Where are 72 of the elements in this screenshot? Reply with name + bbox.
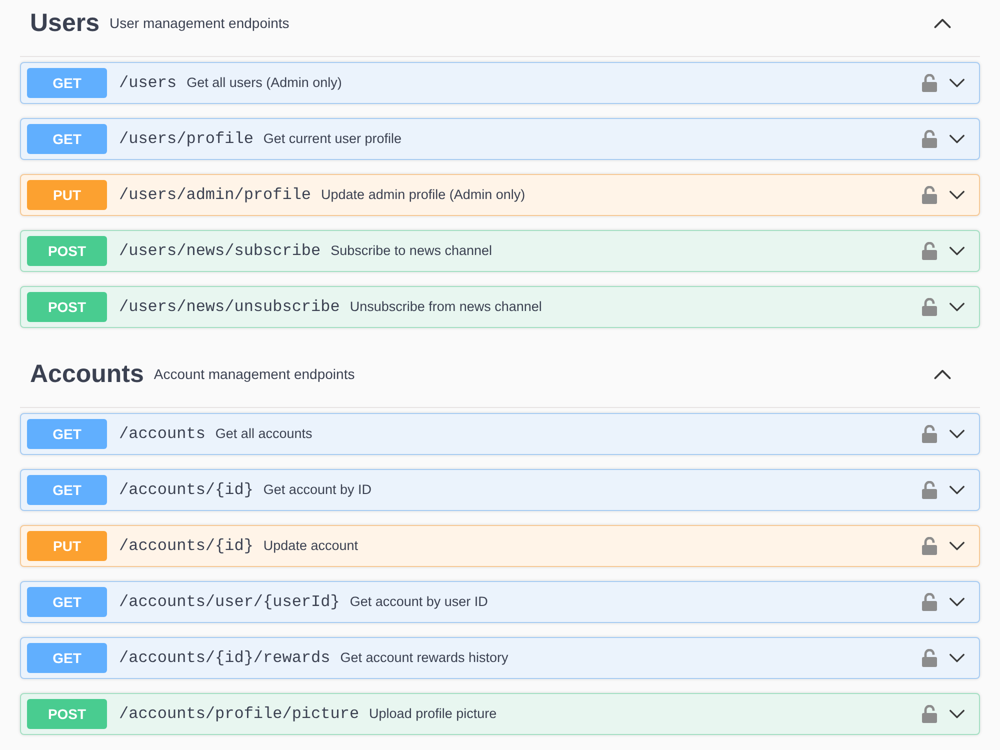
endpoint-path: /users — [119, 73, 177, 94]
endpoint-row[interactable]: POST /users/news/subscribe Subscribe to news channel — [20, 230, 980, 272]
method-badge: GET — [27, 587, 107, 617]
unlocked-padlock-icon[interactable] — [922, 130, 937, 148]
unlocked-padlock-icon[interactable] — [922, 186, 937, 204]
endpoint-row[interactable]: PUT /users/admin/profile Update admin profile (Admin only) — [20, 174, 980, 216]
unlocked-padlock-icon[interactable] — [922, 242, 937, 260]
endpoint-row[interactable]: POST /accounts/profile/picture Upload profile picture — [20, 693, 980, 735]
endpoint-path: /accounts/profile/picture — [119, 704, 360, 725]
section-description: Account management endpoints — [154, 367, 355, 381]
endpoint-summary: Get account by user ID — [350, 592, 488, 611]
endpoint-path: /accounts/{id}/rewards — [119, 648, 330, 669]
method-badge: POST — [27, 292, 107, 322]
endpoint-path: /users/admin/profile — [119, 185, 312, 206]
unlocked-padlock-icon[interactable] — [922, 74, 937, 92]
chevron-down-icon[interactable] — [948, 597, 966, 607]
chevron-up-icon[interactable] — [933, 368, 952, 380]
method-badge: PUT — [27, 180, 107, 210]
method-badge: GET — [27, 124, 107, 154]
endpoint-summary: Subscribe to news channel — [330, 242, 492, 260]
endpoint-row[interactable]: GET /accounts/{id} Get account by ID — [20, 469, 980, 511]
method-badge: GET — [27, 643, 107, 673]
chevron-down-icon[interactable] — [948, 134, 966, 144]
unlocked-padlock-icon[interactable] — [922, 298, 937, 316]
chevron-down-icon[interactable] — [948, 302, 966, 312]
unlocked-padlock-icon[interactable] — [922, 481, 937, 499]
endpoint-summary: Get account rewards history — [340, 648, 508, 667]
endpoint-path: /users/news/subscribe — [119, 241, 321, 262]
endpoint-path: /accounts/{id} — [119, 536, 254, 557]
section-title: Accounts — [30, 362, 144, 386]
endpoint-summary: Get all users (Admin only) — [186, 74, 342, 92]
unlocked-padlock-icon[interactable] — [922, 425, 937, 443]
endpoint-summary: Get current user profile — [263, 130, 402, 148]
chevron-down-icon[interactable] — [948, 429, 966, 439]
method-badge: PUT — [27, 531, 107, 561]
endpoint-row[interactable]: PUT /accounts/{id} Update account — [20, 525, 980, 567]
section-description: User management endpoints — [110, 16, 290, 30]
unlocked-padlock-icon[interactable] — [922, 649, 937, 667]
endpoint-summary: Get account by ID — [263, 480, 372, 499]
endpoint-summary: Update admin profile (Admin only) — [321, 186, 526, 204]
chevron-up-icon[interactable] — [933, 18, 952, 28]
endpoint-row[interactable]: GET /users/profile Get current user profile — [20, 118, 980, 160]
endpoint-row[interactable]: GET /accounts Get all accounts — [20, 413, 980, 455]
chevron-down-icon[interactable] — [948, 78, 966, 88]
endpoint-path: /accounts/user/{userId} — [119, 592, 340, 613]
chevron-down-icon[interactable] — [948, 190, 966, 200]
endpoint-row[interactable]: POST /users/news/unsubscribe Unsubscribe from news channel — [20, 286, 980, 328]
endpoint-summary: Get all accounts — [215, 424, 312, 443]
chevron-down-icon[interactable] — [948, 246, 966, 256]
chevron-down-icon[interactable] — [948, 709, 966, 719]
section-title: Users — [30, 10, 100, 36]
chevron-down-icon[interactable] — [948, 485, 966, 495]
unlocked-padlock-icon[interactable] — [922, 705, 937, 723]
method-badge: GET — [27, 419, 107, 449]
endpoint-row[interactable]: GET /users Get all users (Admin only) — [20, 62, 980, 104]
chevron-down-icon[interactable] — [948, 541, 966, 551]
endpoint-path: /users/news/unsubscribe — [119, 297, 340, 318]
method-badge: GET — [27, 68, 107, 98]
endpoint-summary: Unsubscribe from news channel — [350, 298, 542, 316]
endpoint-path: /accounts/{id} — [119, 480, 254, 501]
method-badge: POST — [27, 236, 107, 266]
endpoint-row[interactable]: GET /accounts/user/{userId} Get account by user ID — [20, 581, 980, 623]
method-badge: POST — [27, 699, 107, 729]
endpoint-summary: Upload profile picture — [369, 704, 497, 723]
endpoint-summary: Update account — [263, 536, 358, 555]
endpoint-row[interactable]: GET /accounts/{id}/rewards Get account rewards history — [20, 637, 980, 679]
chevron-down-icon[interactable] — [948, 653, 966, 663]
unlocked-padlock-icon[interactable] — [922, 537, 937, 555]
endpoint-path: /accounts — [119, 424, 206, 445]
endpoint-path: /users/profile — [119, 129, 254, 150]
method-badge: GET — [27, 475, 107, 505]
unlocked-padlock-icon[interactable] — [922, 593, 937, 611]
